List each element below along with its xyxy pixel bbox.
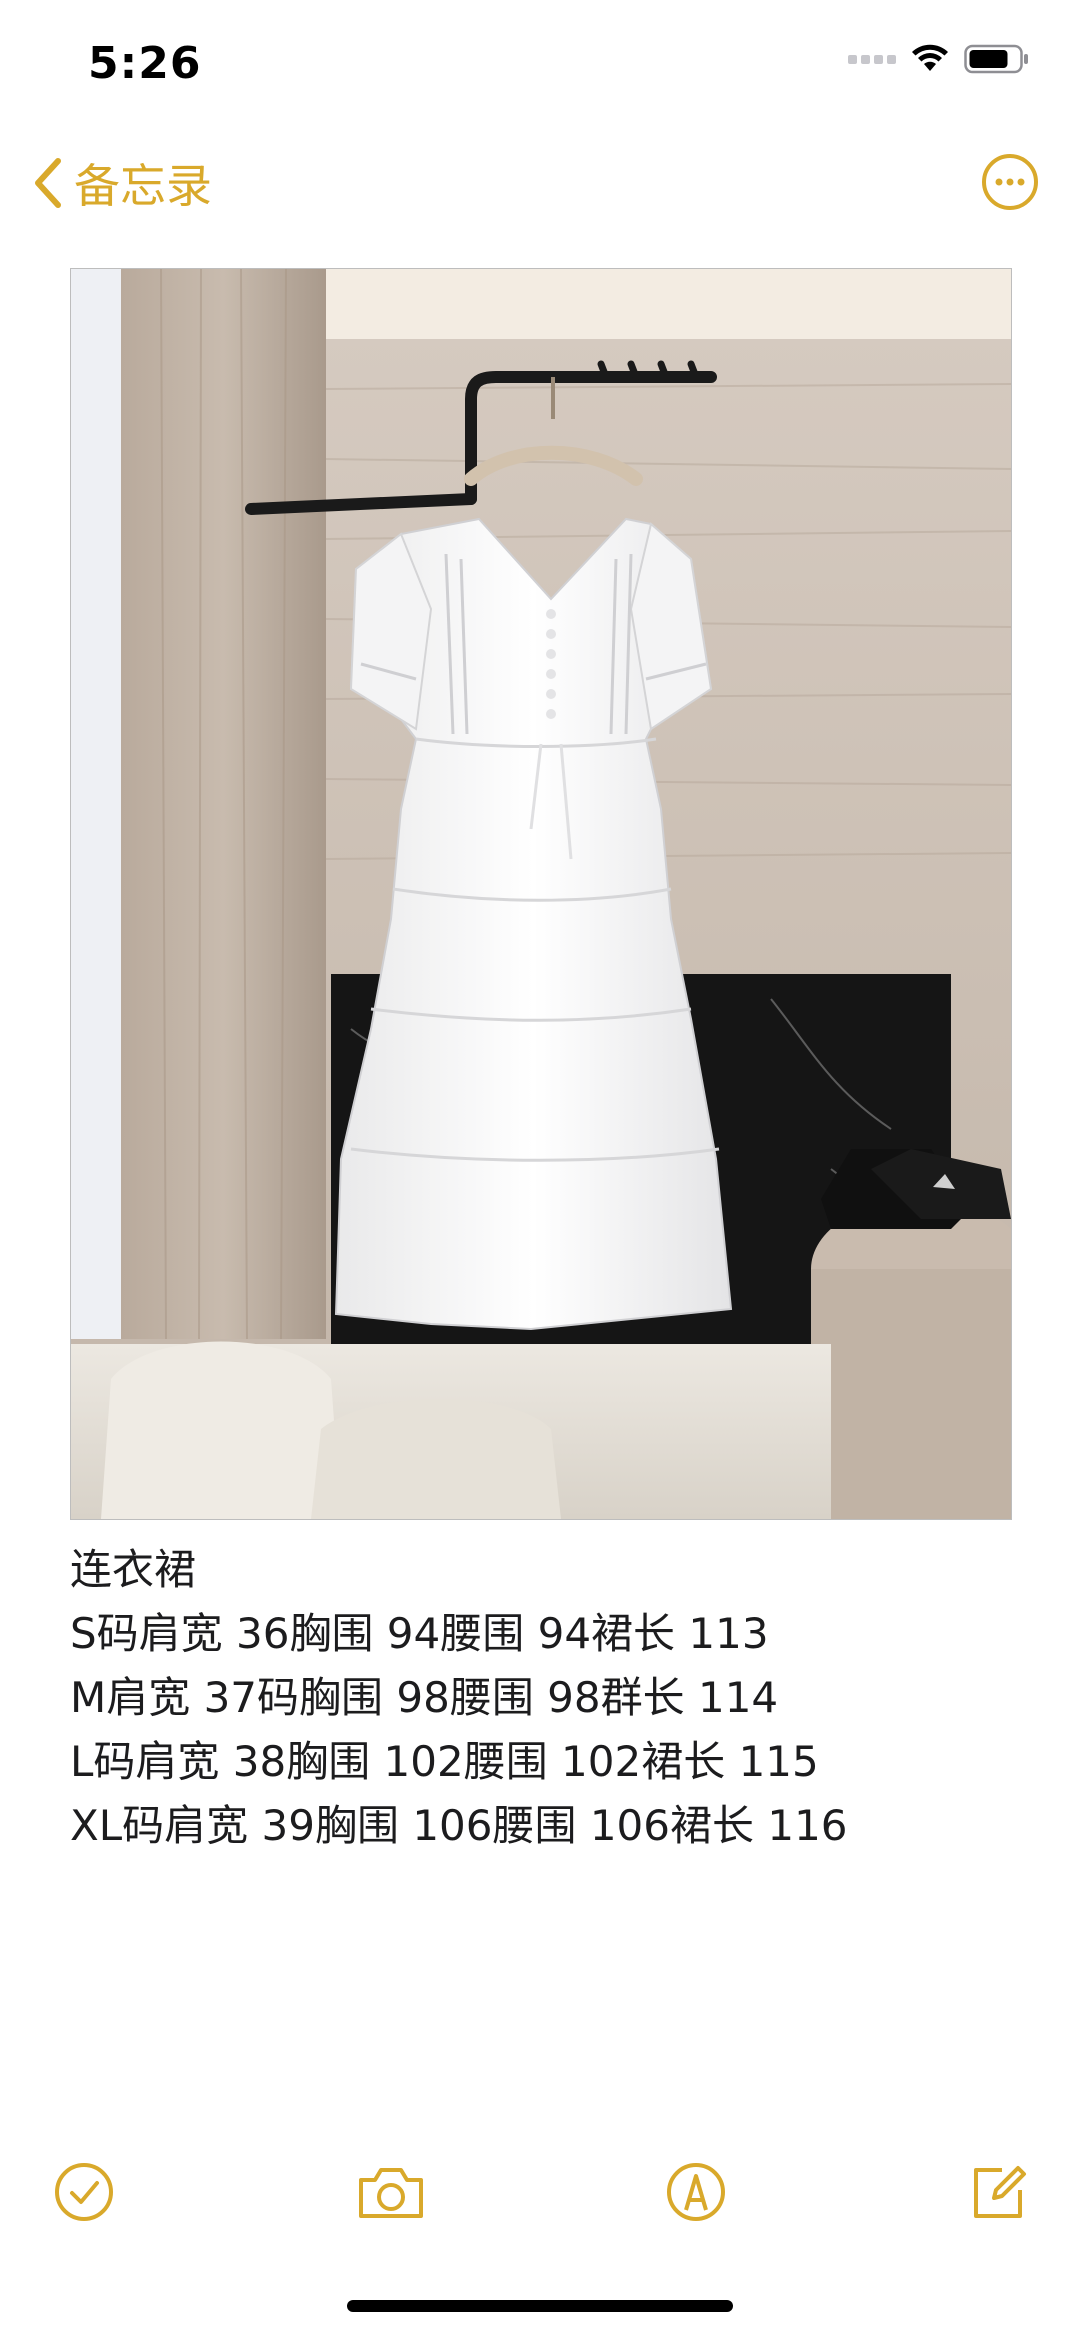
note-line-size-l: L码肩宽 38胸围 102腰围 102裙长 115: [70, 1737, 819, 1786]
navigation-bar: 备忘录: [0, 140, 1080, 230]
note-line-size-m: M肩宽 37码胸围 98腰围 98群长 114: [70, 1673, 779, 1722]
status-bar: 5:26: [0, 0, 1080, 130]
markup-icon[interactable]: [664, 2160, 728, 2224]
note-line-title: 连衣裙: [70, 1545, 197, 1594]
notes-screen: 5:26 备忘录 连衣裙 S码肩宽 36胸围 94腰围 94裙长 113 M肩宽…: [0, 0, 1080, 2337]
note-image-attachment[interactable]: [70, 268, 1012, 1520]
note-line-size-xl: XL码肩宽 39胸围 106腰围 106裙长 116: [70, 1801, 848, 1850]
compose-icon[interactable]: [966, 2160, 1030, 2224]
bottom-toolbar: [0, 2150, 1080, 2230]
chevron-left-icon: [35, 158, 61, 208]
status-time: 5:26: [88, 38, 202, 89]
camera-icon[interactable]: [355, 2160, 427, 2224]
battery-icon: [964, 44, 1028, 74]
more-options-icon[interactable]: [980, 152, 1040, 212]
dress-photo: [71, 269, 1011, 1519]
status-icons: [848, 44, 1030, 74]
home-indicator[interactable]: [347, 2300, 733, 2312]
wifi-icon: [912, 44, 948, 71]
note-line-size-s: S码肩宽 36胸围 94腰围 94裙长 113: [70, 1609, 769, 1658]
back-button[interactable]: 备忘录: [32, 150, 212, 216]
checklist-icon[interactable]: [52, 2160, 116, 2224]
note-body[interactable]: 连衣裙 S码肩宽 36胸围 94腰围 94裙长 113 M肩宽 37码胸围 98…: [70, 1538, 1030, 1858]
back-button-label: 备忘录: [74, 159, 212, 213]
cellular-signal-icon: [848, 54, 896, 64]
